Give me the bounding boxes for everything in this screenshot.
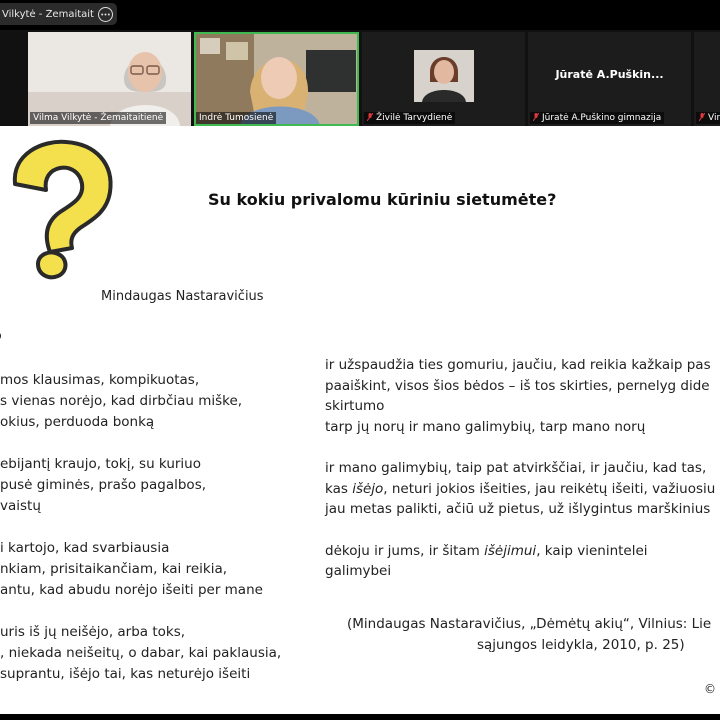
poem-line: skirtumo bbox=[325, 398, 385, 414]
mic-muted-icon bbox=[698, 112, 706, 122]
participant-name-row: Živilė Tarvydienė bbox=[364, 112, 456, 124]
poem-line: tarp jų norų ir mano galimybių, tarp man… bbox=[325, 418, 646, 435]
poem-line: ebijantį kraujo, tokį, su kuriuo bbox=[0, 456, 201, 472]
stanza-gap bbox=[0, 433, 281, 454]
bottom-bar bbox=[0, 714, 720, 720]
poem-line: kas išėjo, neturi jokios išeities, jau r… bbox=[325, 480, 716, 497]
stanza-gap bbox=[0, 517, 281, 538]
poem-author: Mindaugas Nastaravičius bbox=[101, 289, 264, 304]
citation: (Mindaugas Nastaravičius, „Dėmėtų akių“,… bbox=[347, 614, 711, 656]
participant-tile[interactable]: Živilė Tarvydienė bbox=[362, 32, 525, 126]
poem-line: jau metas palikti, ačiū už pietus, už iš… bbox=[325, 501, 711, 517]
top-bar: Vilkytė - Žemaitaitienė's sc bbox=[0, 0, 720, 30]
screen-share-title: Vilkytė - Žemaitaitienė's sc bbox=[2, 8, 94, 20]
poem-line: vaistų bbox=[0, 498, 41, 514]
participant-tile-active[interactable]: Indrė Tumosienė bbox=[194, 32, 359, 126]
stanza-gap bbox=[325, 520, 715, 541]
question-mark-icon bbox=[12, 139, 113, 280]
poem-line: okius, perduoda bonką bbox=[0, 414, 155, 430]
poem-line: paaiškint, visos šios bėdos – iš tos ski… bbox=[325, 377, 710, 394]
participant-name: Indrė Tumosienė bbox=[196, 112, 277, 124]
screen-share-indicator[interactable]: Vilkytė - Žemaitaitienė's sc bbox=[0, 3, 117, 25]
participant-tile[interactable]: Jūratė A.Puškin... Jūratė A.Puškino gimn… bbox=[528, 32, 691, 126]
participant-name: Živilė Tarvydienė bbox=[376, 113, 453, 123]
participant-strip: Vilma Vilkytė - Žemaitaitienė Indrė Tumo… bbox=[0, 30, 720, 126]
poem-line: antu, kad abudu norėjo išeiti per mane bbox=[0, 582, 263, 598]
stanza-gap bbox=[325, 437, 715, 458]
citation-line: sąjungos leidykla, 2010, p. 25) bbox=[477, 637, 685, 653]
shared-slide: Su kokiu privalomu kūriniu sietumėte? Mi… bbox=[0, 126, 720, 720]
participant-name-row: Jūratė A.Puškino gimnazija bbox=[530, 112, 665, 124]
participant-name: Vir bbox=[708, 113, 720, 123]
poem-left-column: mos klausimas, kompikuotas, s vienas norė… bbox=[0, 370, 281, 685]
poem-right-column: ir užspaudžia ties gomuriu, jaučiu, kad … bbox=[325, 355, 715, 582]
poem-line: dėkoju ir jums, ir šitam išėjimui, kaip … bbox=[325, 542, 648, 559]
poem-line: ir užspaudžia ties gomuriu, jaučiu, kad … bbox=[325, 357, 711, 373]
poem-line: , niekada neišeitų, o dabar, kai paklaus… bbox=[0, 645, 282, 661]
poem-line: i kartojo, kad svarbiausia bbox=[0, 540, 170, 556]
poem-line: nkiam, prisitaikančiam, kai reikia, bbox=[0, 561, 228, 577]
mic-muted-icon bbox=[532, 112, 540, 122]
participant-name: Jūratė A.Puškino gimnazija bbox=[542, 113, 662, 123]
participant-name-row: Vir bbox=[696, 112, 720, 124]
poem-line: mos klausimas, kompikuotas, bbox=[0, 372, 200, 388]
copyright-mark: © bbox=[704, 682, 716, 696]
poem-line: galimybei bbox=[325, 563, 392, 579]
poem-line: pusė giminės, prašo pagalbos, bbox=[0, 477, 207, 493]
mic-muted-icon bbox=[366, 112, 374, 122]
poem-line: suprantu, išėjo tai, kas neturėjo išeiti bbox=[0, 666, 251, 682]
participant-name: Vilma Vilkytė - Žemaitaitienė bbox=[30, 112, 167, 124]
more-horizontal-icon[interactable] bbox=[98, 6, 113, 22]
slide-title: Su kokiu privalomu kūriniu sietumėte? bbox=[208, 190, 557, 209]
participant-display-name: Jūratė A.Puškin... bbox=[555, 68, 664, 81]
poem-title: o bbox=[0, 328, 2, 344]
poem-line: s vienas norėjo, kad dirbčiau miške, bbox=[0, 393, 243, 409]
poem-line: ir mano galimybių, taip pat atvirkščiai,… bbox=[325, 460, 707, 476]
stanza-gap bbox=[0, 601, 281, 622]
poem-line: uris iš jų neišėjo, arba toks, bbox=[0, 624, 186, 640]
citation-line: (Mindaugas Nastaravičius, „Dėmėtų akių“,… bbox=[347, 616, 712, 632]
participant-tile[interactable]: Vilma Vilkytė - Žemaitaitienė bbox=[28, 32, 191, 126]
participant-tile[interactable]: Vir bbox=[694, 32, 720, 126]
